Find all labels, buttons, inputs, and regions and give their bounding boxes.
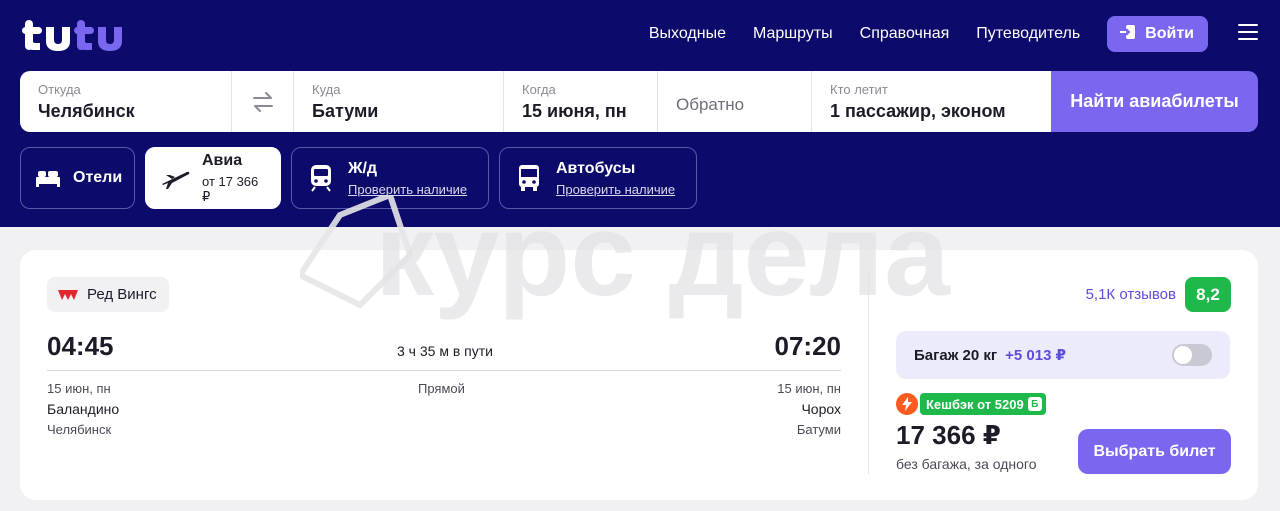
- airplane-icon: [160, 163, 190, 193]
- airline-badge: Ред Вингс: [47, 277, 169, 312]
- tab-bus[interactable]: Автобусы Проверить наличие: [499, 147, 697, 209]
- cashback-label: Кешбэк от 5209 Б: [920, 393, 1046, 415]
- rating-badge: 8,2: [1185, 277, 1231, 312]
- baggage-option[interactable]: Багаж 20 кг +5 013 ₽: [896, 331, 1230, 379]
- top-nav: Выходные Маршруты Справочная Путеводител…: [622, 16, 1208, 52]
- lightning-icon: [896, 393, 918, 415]
- from-field[interactable]: Откуда Челябинск: [20, 71, 232, 132]
- tab-train-check-link[interactable]: Проверить наличие: [348, 182, 467, 197]
- reviews-link[interactable]: 5,1К отзывов: [1086, 286, 1176, 303]
- date-field[interactable]: Когда 15 июня, пн: [504, 71, 658, 132]
- arrive-date: 15 июн, пн: [777, 381, 841, 396]
- select-ticket-button[interactable]: Выбрать билет: [1078, 429, 1231, 474]
- date-label: Когда: [522, 82, 556, 97]
- card-divider: [868, 272, 869, 474]
- return-placeholder: Обратно: [676, 95, 745, 114]
- baggage-price: +5 013 ₽: [1005, 347, 1067, 364]
- to-label: Куда: [312, 82, 341, 97]
- passengers-label: Кто летит: [830, 82, 888, 97]
- date-value: 15 июня, пн: [522, 101, 627, 121]
- price-note: без багажа, за одного: [896, 456, 1037, 472]
- from-value: Челябинск: [38, 101, 135, 121]
- tab-bus-title: Автобусы: [556, 159, 636, 177]
- arrive-city: Батуми: [796, 422, 841, 437]
- depart-time: 04:45: [47, 331, 114, 361]
- nav-info[interactable]: Справочная: [860, 25, 950, 43]
- nav-routes[interactable]: Маршруты: [753, 25, 833, 43]
- tab-avia[interactable]: Авиа от 17 366 ₽: [145, 147, 281, 209]
- flight-duration: 3 ч 35 м в пути: [397, 343, 493, 359]
- depart-airport: Баландино: [47, 401, 120, 417]
- red-wings-logo-icon: [57, 288, 79, 302]
- tutu-logo[interactable]: [22, 14, 162, 56]
- flight-offer-card: Ред Вингс 04:45 3 ч 35 м в пути 07:20 15…: [20, 250, 1258, 500]
- tab-avia-price: от 17 366 ₽: [202, 173, 259, 204]
- baggage-label: Багаж 20 кг: [914, 346, 998, 364]
- bus-icon: [514, 163, 544, 193]
- menu-icon[interactable]: [1238, 24, 1258, 40]
- train-icon: [306, 163, 336, 193]
- passengers-field[interactable]: Кто летит 1 пассажир, эконом: [812, 71, 1051, 132]
- tab-bus-check-link[interactable]: Проверить наличие: [556, 182, 675, 197]
- tab-train-title: Ж/д: [348, 159, 378, 177]
- tab-hotels[interactable]: Отели: [20, 147, 135, 209]
- header: Выходные Маршруты Справочная Путеводител…: [0, 0, 1280, 227]
- to-field[interactable]: Куда Батуми: [294, 71, 504, 132]
- cashback-badge: Кешбэк от 5209 Б: [896, 393, 1046, 415]
- login-label: Войти: [1145, 25, 1194, 42]
- airline-name: Ред Вингс: [87, 286, 157, 303]
- find-flights-button[interactable]: Найти авиабилеты: [1051, 71, 1258, 132]
- stops-info: Прямой: [418, 381, 465, 396]
- passengers-value: 1 пассажир, эконом: [830, 101, 1006, 121]
- return-field[interactable]: Обратно: [658, 71, 812, 132]
- to-value: Батуми: [312, 101, 379, 121]
- cashback-text: Кешбэк от 5209: [926, 396, 1024, 412]
- tab-avia-title: Авиа: [202, 151, 243, 169]
- nav-weekend[interactable]: Выходные: [649, 25, 726, 43]
- depart-city: Челябинск: [47, 422, 112, 437]
- tab-hotels-title: Отели: [73, 169, 123, 186]
- baggage-toggle[interactable]: [1172, 344, 1212, 366]
- ticket-price: 17 366 ₽: [896, 420, 1001, 450]
- arrive-airport: Чорох: [801, 401, 841, 417]
- search-form: Откуда Челябинск Куда Батуми Когда 15 ию…: [20, 71, 1258, 132]
- arrive-time: 07:20: [774, 331, 842, 361]
- nav-guide[interactable]: Путеводитель: [976, 25, 1080, 43]
- swap-icon[interactable]: [232, 71, 294, 132]
- route-line: [47, 370, 841, 371]
- bed-icon: [35, 163, 61, 193]
- depart-date: 15 июн, пн: [47, 381, 111, 396]
- transport-tabs: Отели Авиа от 17 366 ₽ Ж/д Проверить нал…: [20, 147, 697, 209]
- login-button[interactable]: Войти: [1107, 16, 1208, 52]
- from-label: Откуда: [38, 82, 81, 97]
- bonus-icon: Б: [1027, 397, 1042, 411]
- tab-train[interactable]: Ж/д Проверить наличие: [291, 147, 489, 209]
- login-icon: [1119, 23, 1137, 46]
